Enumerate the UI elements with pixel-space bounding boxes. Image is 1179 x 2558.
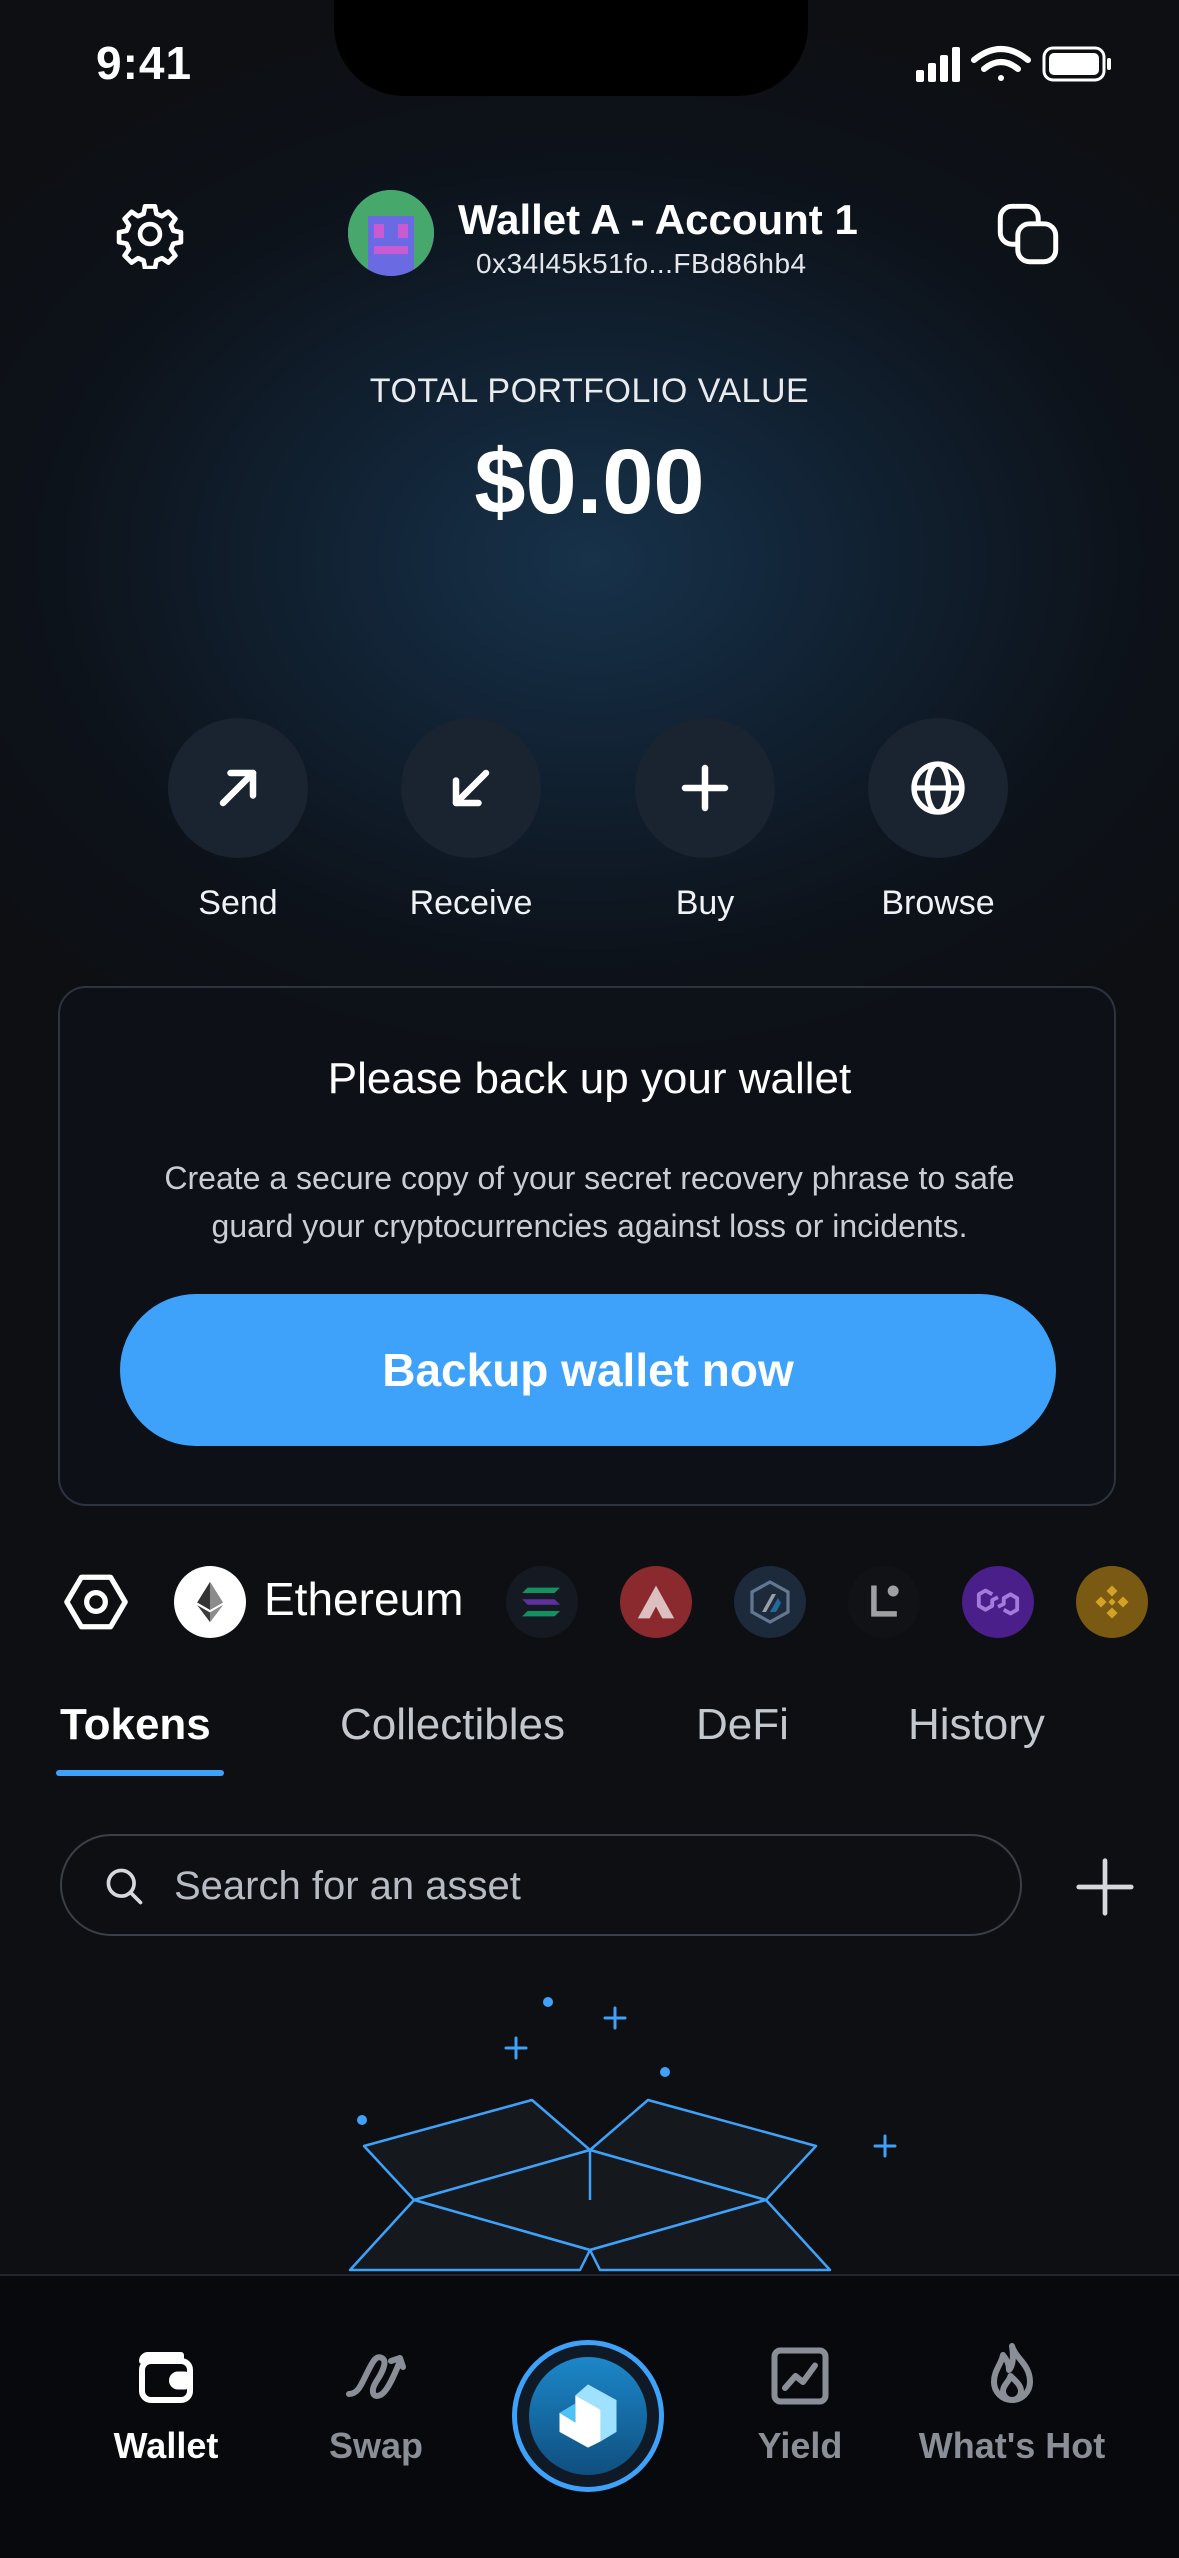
tab-defi[interactable]: DeFi: [696, 1700, 789, 1750]
bnb-network-button[interactable]: [1076, 1566, 1148, 1638]
portfolio-label: TOTAL PORTFOLIO VALUE: [369, 372, 810, 410]
avatar-identicon: [348, 190, 434, 276]
solana-network-button[interactable]: [506, 1566, 578, 1638]
asset-search-box[interactable]: [60, 1834, 1022, 1936]
network-settings-button[interactable]: [60, 1566, 132, 1638]
add-asset-button[interactable]: [1070, 1852, 1140, 1922]
account-name[interactable]: Wallet A - Account 1: [458, 196, 858, 244]
nav-center-button[interactable]: [512, 2340, 664, 2492]
tab-collectibles[interactable]: Collectibles: [340, 1700, 565, 1750]
account-avatar[interactable]: [348, 190, 434, 276]
hexagon-settings-icon: [64, 1574, 128, 1630]
search-input[interactable]: [172, 1836, 996, 1936]
tab-tokens[interactable]: Tokens: [60, 1700, 211, 1750]
plus-icon: [681, 764, 729, 812]
buy-button[interactable]: [635, 718, 775, 858]
signal-icon: [916, 47, 960, 82]
chart-trend-icon: [771, 2347, 829, 2405]
portfolio-value: $0.00: [474, 431, 705, 533]
browse-button[interactable]: [868, 718, 1008, 858]
status-time: 9:41: [96, 37, 193, 89]
nav-wallet[interactable]: Wallet: [66, 2340, 266, 2467]
arrow-down-left-icon: [452, 769, 490, 807]
polygon-icon: [976, 1588, 1020, 1616]
backup-card-title: Please back up your wallet: [327, 1054, 852, 1103]
receive-label: Receive: [409, 884, 533, 922]
nav-swap-label: Swap: [328, 2425, 424, 2466]
active-tab-indicator: [56, 1770, 224, 1776]
ethereum-network-button[interactable]: [174, 1566, 246, 1638]
nav-yield-label: Yield: [757, 2425, 843, 2466]
backup-wallet-button[interactable]: Backup wallet now: [120, 1294, 1056, 1446]
globe-icon: [911, 761, 965, 815]
empty-box-illustration: [348, 1997, 897, 2272]
arbitrum-network-button[interactable]: [734, 1566, 806, 1638]
settings-button[interactable]: [110, 194, 190, 274]
bnb-icon: [1095, 1585, 1129, 1619]
linea-icon: [871, 1585, 899, 1617]
arbitrum-icon: [750, 1580, 790, 1624]
gear-icon: [116, 203, 184, 269]
nav-whats-hot[interactable]: What's Hot: [912, 2340, 1112, 2467]
arrow-up-right-icon: [219, 769, 257, 807]
backup-card-description: Create a secure copy of your secret reco…: [164, 1160, 1015, 1244]
battery-icon: [1042, 46, 1111, 82]
nav-wallet-label: Wallet: [113, 2425, 219, 2466]
plus-icon: [1076, 1858, 1134, 1916]
send-button[interactable]: [168, 718, 308, 858]
avalanche-network-button[interactable]: [620, 1566, 692, 1638]
linea-network-button[interactable]: [848, 1566, 920, 1638]
buy-label: Buy: [675, 884, 735, 922]
solana-icon: [522, 1587, 560, 1617]
wifi-icon: [971, 46, 1031, 81]
copy-icon: [997, 203, 1059, 265]
wallet-icon: [139, 2352, 193, 2403]
nav-yield[interactable]: Yield: [700, 2340, 900, 2467]
nav-whats-hot-label: What's Hot: [918, 2425, 1106, 2466]
swap-icon: [346, 2354, 406, 2399]
receive-button[interactable]: [401, 718, 541, 858]
tab-history[interactable]: History: [908, 1700, 1045, 1750]
status-icons: [916, 46, 1111, 82]
ethereum-icon: [197, 1581, 223, 1623]
nav-swap[interactable]: Swap: [276, 2340, 476, 2467]
flame-icon: [991, 2343, 1033, 2403]
search-icon: [106, 1868, 143, 1905]
copy-address-button[interactable]: [988, 194, 1068, 274]
avalanche-icon: [637, 1585, 675, 1619]
browse-label: Browse: [881, 884, 995, 922]
app-logo-icon: [559, 2384, 617, 2448]
selected-network-label: Ethereum: [264, 1573, 464, 1625]
polygon-network-button[interactable]: [962, 1566, 1034, 1638]
dynamic-island: [334, 0, 808, 96]
send-label: Send: [198, 884, 278, 922]
account-address[interactable]: 0x34l45k51fo...FBd86hb4: [476, 248, 807, 280]
background-glow: [0, 0, 1179, 1100]
